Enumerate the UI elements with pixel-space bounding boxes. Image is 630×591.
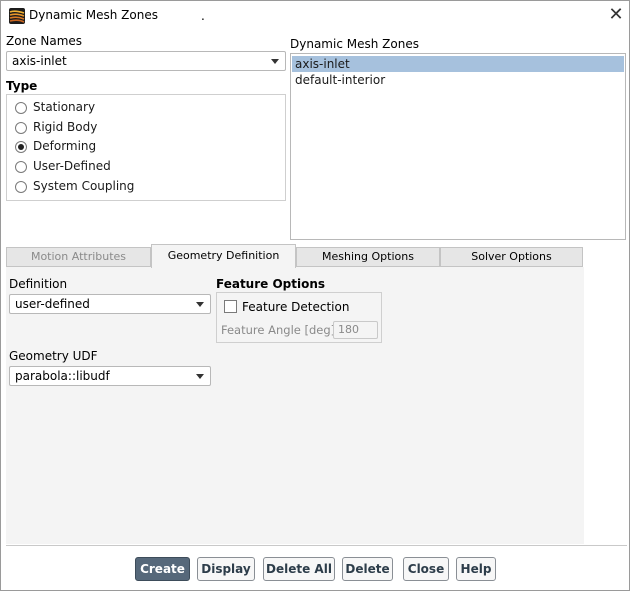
radio-button-selected[interactable] [15,141,27,153]
delete-button[interactable]: Delete [342,557,393,581]
type-groupbox: Stationary Rigid Body Deforming User-Def… [6,94,286,201]
definition-value: user-defined [15,297,90,311]
dynamic-mesh-zones-label: Dynamic Mesh Zones [290,37,419,51]
definition-label: Definition [9,277,68,291]
definition-dropdown[interactable]: user-defined [9,294,211,314]
feature-detection-checkbox[interactable] [224,300,237,313]
delete-all-button[interactable]: Delete All [263,557,335,581]
chevron-down-icon [196,302,204,307]
chevron-down-icon [271,59,279,64]
geometry-definition-panel: Definition user-defined Geometry UDF par… [6,267,584,544]
radio-button[interactable] [15,102,27,114]
dynamic-mesh-zones-list[interactable]: axis-inlet default-interior [290,53,626,240]
tab-motion-attributes[interactable]: Motion Attributes [6,247,151,267]
zone-names-label: Zone Names [6,34,83,48]
chevron-down-icon [196,374,204,379]
radio-label: Deforming [33,139,97,153]
list-item[interactable]: axis-inlet [292,56,624,72]
tab-solver-options[interactable]: Solver Options [440,247,583,267]
button-separator [6,545,627,546]
title-bar: Dynamic Mesh Zones . ✕ [1,1,629,30]
create-button[interactable]: Create [135,557,190,581]
list-item[interactable]: default-interior [292,72,624,88]
help-button[interactable]: Help [456,557,496,581]
radio-label: Stationary [33,100,96,114]
tab-meshing-options[interactable]: Meshing Options [296,247,440,267]
radio-label: System Coupling [33,179,135,193]
radio-button[interactable] [15,161,27,173]
geometry-udf-dropdown[interactable]: parabola::libudf [9,366,211,386]
geometry-udf-value: parabola::libudf [15,369,110,383]
radio-button[interactable] [15,122,27,134]
dynamic-mesh-zones-dialog: Dynamic Mesh Zones . ✕ Zone Names axis-i… [0,0,630,591]
window-title: Dynamic Mesh Zones [29,8,158,22]
window-title-suffix: . [201,9,205,23]
feature-angle-label: Feature Angle [deg] [221,323,336,337]
close-icon[interactable]: ✕ [605,5,627,25]
type-label: Type [6,79,38,93]
close-button[interactable]: Close [403,557,449,581]
zone-names-dropdown[interactable]: axis-inlet [6,51,286,71]
tab-bar: Motion Attributes Geometry Definition Me… [6,244,584,268]
zone-names-value: axis-inlet [12,54,67,68]
feature-angle-input[interactable]: 180 [333,321,378,339]
display-button[interactable]: Display [197,557,255,581]
radio-label: User-Defined [33,159,111,173]
geometry-udf-label: Geometry UDF [9,349,98,363]
feature-detection-label: Feature Detection [242,300,350,314]
radio-label: Rigid Body [33,120,98,134]
tab-geometry-definition[interactable]: Geometry Definition [151,244,296,268]
radio-button[interactable] [15,181,27,193]
fluent-app-icon [9,8,25,24]
feature-options-label: Feature Options [216,277,326,291]
feature-options-groupbox: Feature Detection Feature Angle [deg] 18… [216,292,382,343]
